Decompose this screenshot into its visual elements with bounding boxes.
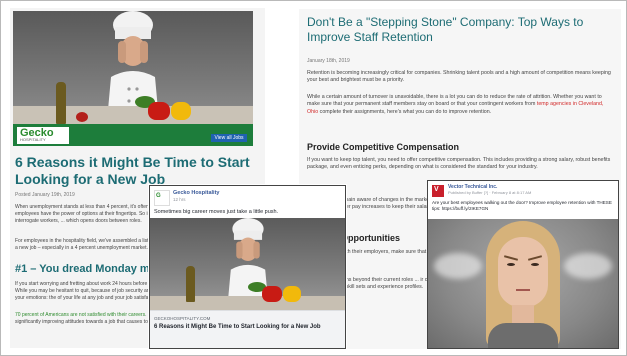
- steam-left: [434, 253, 482, 279]
- left-article-hero-image: Gecko HOSPITALITY View all Jobs: [13, 11, 253, 146]
- post-text: Are your best employees walking out the …: [432, 200, 612, 211]
- facebook-post-vector[interactable]: V Vector Technical Inc. Published by Buf…: [427, 180, 619, 349]
- vector-avatar[interactable]: V: [432, 185, 444, 197]
- collage-frame: Gecko HOSPITALITY View all Jobs 6 Reason…: [0, 0, 627, 356]
- page-name[interactable]: Gecko Hospitality: [173, 190, 219, 196]
- left-article-meta: Posted January 19th, 2019: [15, 192, 75, 198]
- left-article-title: 6 Reasons it Might Be Time to Start Look…: [15, 154, 250, 187]
- right-article-heading-1: Provide Competitive Compensation: [307, 142, 460, 152]
- steam-right: [564, 253, 612, 279]
- post-image[interactable]: [428, 219, 618, 348]
- view-jobs-button[interactable]: View all Jobs: [211, 134, 247, 142]
- gecko-avatar[interactable]: G: [154, 190, 170, 206]
- right-article-para-3: If you want to keep top talent, you need…: [307, 157, 611, 171]
- facebook-post-gecko[interactable]: G Gecko Hospitality 12 hrs Sometimes big…: [149, 185, 346, 349]
- link-headline[interactable]: 6 Reasons it Might Be Time to Start Look…: [154, 324, 321, 330]
- post-image[interactable]: [150, 218, 345, 310]
- post-timestamp[interactable]: 12 hrs: [173, 197, 186, 202]
- right-article-para-2: While a certain amount of turnover is un…: [307, 94, 604, 115]
- right-article-para-1: Retention is becoming increasingly criti…: [307, 70, 611, 84]
- gecko-logo-sub: HOSPITALITY: [20, 137, 46, 142]
- right-article-title: Don't Be a "Stepping Stone" Company: Top…: [307, 15, 584, 44]
- right-article-date: January 18th, 2019: [307, 58, 350, 64]
- post-text: Sometimes big career moves just take a l…: [154, 209, 279, 215]
- post-timestamp[interactable]: Published by Buffer [?] · February 8 at …: [448, 190, 531, 195]
- gecko-logo: Gecko HOSPITALITY: [17, 127, 69, 144]
- link-preview[interactable]: GECKOHOSPITALITY.COM 6 Reasons it Might …: [150, 310, 345, 348]
- link-domain: GECKOHOSPITALITY.COM: [154, 316, 211, 321]
- left-article-stat-link[interactable]: 70 percent of Americans are not satisfie…: [15, 312, 145, 318]
